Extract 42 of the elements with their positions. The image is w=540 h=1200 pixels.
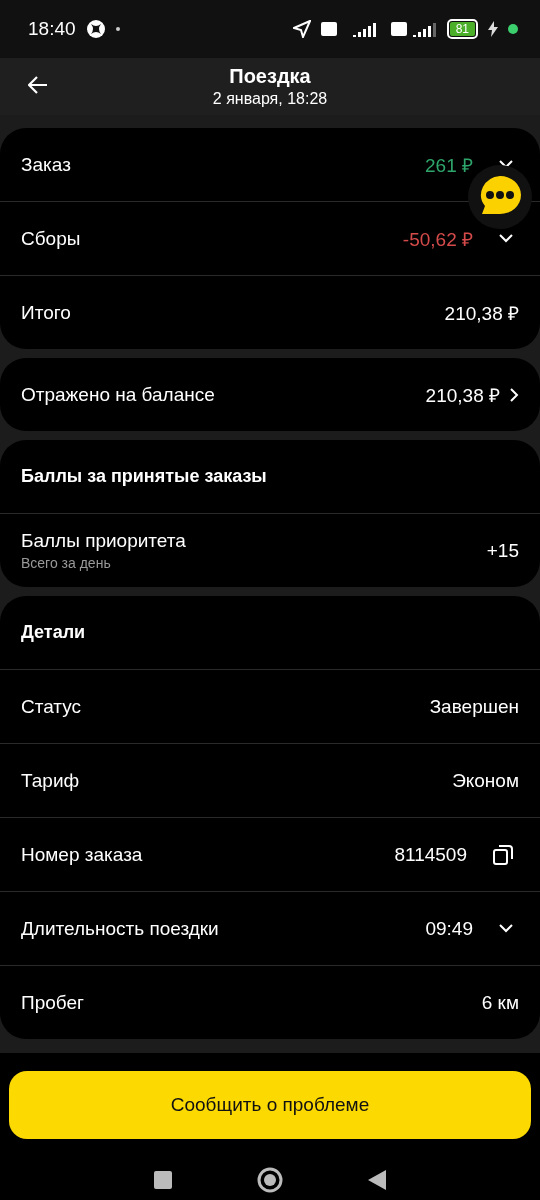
location-icon xyxy=(292,20,311,38)
row-value: 210,38 ₽ xyxy=(444,301,519,326)
row-value: 210,38 ₽ xyxy=(425,383,500,408)
row-label: Сборы xyxy=(21,227,82,250)
notification-icon xyxy=(85,19,106,39)
row-value: 6 км xyxy=(481,991,519,1014)
row-label: Баллы приоритета xyxy=(21,530,187,552)
page-subtitle: 2 января, 18:28 xyxy=(212,90,328,108)
row-value: Эконом xyxy=(452,769,519,792)
row-label: Длительность поездки xyxy=(21,917,220,940)
status-dot-icon xyxy=(508,24,518,34)
row-value: +15 xyxy=(486,539,519,562)
battery-level: 81 xyxy=(449,22,475,36)
signal-icon xyxy=(390,21,437,37)
row-label: Номер заказа xyxy=(21,843,144,866)
row-label: Тариф xyxy=(21,769,81,792)
row-value: 09:49 xyxy=(425,917,473,940)
row-value: Завершен xyxy=(429,695,519,718)
page-title: Поездка xyxy=(229,65,311,88)
copy-icon[interactable] xyxy=(493,844,513,865)
row-label: Заказ xyxy=(21,153,72,176)
section-heading: Детали xyxy=(0,596,540,670)
row-sublabel: Всего за день xyxy=(21,555,112,571)
back-arrow-icon[interactable] xyxy=(28,76,48,94)
row-value: 8114509 xyxy=(394,843,467,866)
report-problem-button[interactable]: Сообщить о проблеме xyxy=(9,1071,531,1139)
row-label: Итого xyxy=(21,301,72,324)
back-icon[interactable] xyxy=(367,1169,387,1191)
chevron-down-icon[interactable] xyxy=(499,234,513,243)
row-label: Пробег xyxy=(21,991,85,1014)
row-value: -50,62 ₽ xyxy=(402,227,473,252)
section-heading: Баллы за принятые заказы xyxy=(0,440,540,514)
row-label: Отражено на балансе xyxy=(21,383,216,406)
row-value: 261 ₽ xyxy=(425,153,473,178)
status-time: 18:40 xyxy=(28,18,76,40)
home-icon[interactable] xyxy=(257,1167,283,1193)
charging-icon xyxy=(488,21,498,37)
dot-icon xyxy=(115,27,120,31)
chevron-right-icon[interactable] xyxy=(510,387,519,402)
chevron-down-icon[interactable] xyxy=(499,924,513,933)
row-label: Статус xyxy=(21,695,83,718)
recents-icon[interactable] xyxy=(153,1170,173,1190)
